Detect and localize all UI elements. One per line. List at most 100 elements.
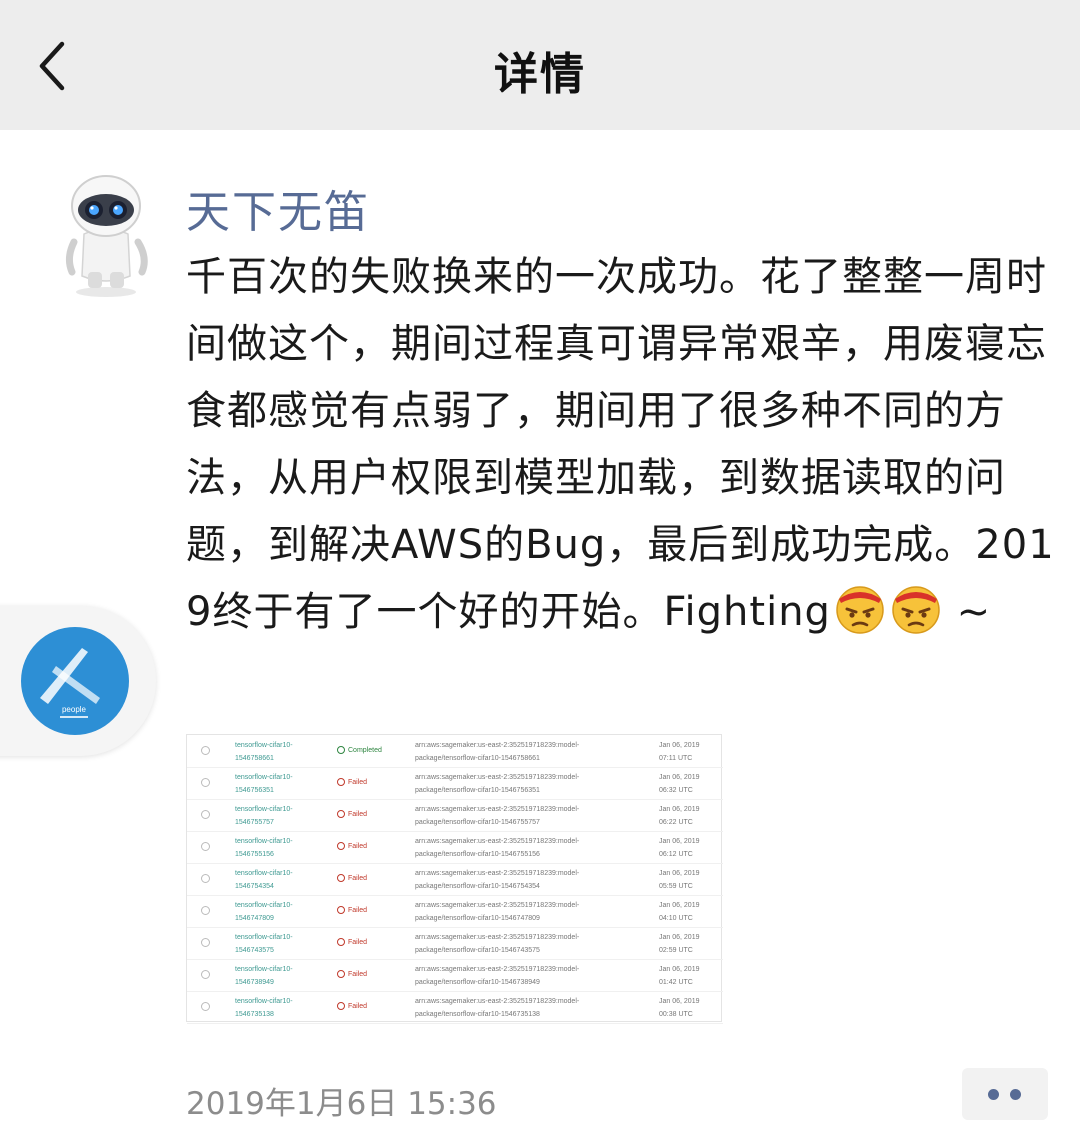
arn-line: arn:aws:sagemaker:us-east-2:352519718239… xyxy=(415,998,580,1005)
job-name-link: tensorflow-cifar10- 1546735138 xyxy=(235,995,293,1021)
arn-line: arn:aws:sagemaker:us-east-2:352519718239… xyxy=(415,934,580,941)
arn-line: package/tensorflow-cifar10-1546754354 xyxy=(415,883,540,890)
row-radio xyxy=(201,970,210,979)
created-date: Jan 06, 2019 06:12 UTC xyxy=(659,835,699,861)
table-row: tensorflow-cifar10- 1546755156 Failed arn:a… xyxy=(187,831,723,864)
post-body-text: 千百次的失败换来的一次成功。花了整整一周时间做这个，期间过程真可谓异常艰辛，用废… xyxy=(186,254,1055,635)
model-arn: arn:aws:sagemaker:us-east-2:352519718239… xyxy=(415,803,579,829)
arn-line: package/tensorflow-cifar10-1546758661 xyxy=(415,755,540,762)
status-badge: Failed xyxy=(337,872,367,885)
arn-line: package/tensorflow-cifar10-1546755156 xyxy=(415,851,540,858)
date-line: Jan 06, 2019 xyxy=(659,966,700,973)
more-dot-icon xyxy=(988,1089,999,1100)
job-name-line: 1546738949 xyxy=(235,979,274,986)
job-name-line: 1546754354 xyxy=(235,883,274,890)
arn-line: arn:aws:sagemaker:us-east-2:352519718239… xyxy=(415,742,580,749)
job-name-link: tensorflow-cifar10- 1546755156 xyxy=(235,835,293,861)
status-badge: Failed xyxy=(337,776,367,789)
status-label: Failed xyxy=(348,939,368,946)
status-badge: Failed xyxy=(337,968,367,981)
post-timestamp: 2019年1月6日 15:36 xyxy=(186,1086,497,1122)
row-radio xyxy=(201,778,210,787)
date-line: 06:22 UTC xyxy=(659,819,693,826)
date-line: 00:38 UTC xyxy=(659,1011,693,1018)
job-name-link: tensorflow-cifar10- 1546758661 xyxy=(235,739,293,765)
arn-line: package/tensorflow-cifar10-1546747809 xyxy=(415,915,540,922)
status-icon xyxy=(337,746,345,754)
job-name-link: tensorflow-cifar10- 1546747809 xyxy=(235,899,293,925)
job-name-line: tensorflow-cifar10- xyxy=(235,806,293,813)
status-icon xyxy=(337,938,345,946)
status-badge: Failed xyxy=(337,840,367,853)
date-line: 04:10 UTC xyxy=(659,915,693,922)
status-icon xyxy=(337,970,345,978)
people-app-label: people xyxy=(62,705,87,714)
status-badge: Failed xyxy=(337,1000,367,1013)
job-name-link: tensorflow-cifar10- 1546754354 xyxy=(235,867,293,893)
status-label: Failed xyxy=(348,875,368,882)
status-label: Completed xyxy=(348,747,382,754)
job-name-link: tensorflow-cifar10- 1546755757 xyxy=(235,803,293,829)
job-name-line: tensorflow-cifar10- xyxy=(235,966,293,973)
created-date: Jan 06, 2019 00:38 UTC xyxy=(659,995,699,1021)
date-line: 02:59 UTC xyxy=(659,947,693,954)
status-icon xyxy=(337,778,345,786)
arn-line: arn:aws:sagemaker:us-east-2:352519718239… xyxy=(415,774,580,781)
model-arn: arn:aws:sagemaker:us-east-2:352519718239… xyxy=(415,739,579,765)
table-row: tensorflow-cifar10- 1546738949 Failed arn:a… xyxy=(187,959,723,992)
post-author-name[interactable]: 天下无笛 xyxy=(186,176,370,240)
table-row: tensorflow-cifar10- 1546754354 Failed arn:a… xyxy=(187,863,723,896)
row-radio xyxy=(201,906,210,915)
arn-line: package/tensorflow-cifar10-1546743575 xyxy=(415,947,540,954)
arn-line: package/tensorflow-cifar10-1546755757 xyxy=(415,819,540,826)
status-badge: Completed xyxy=(337,744,382,757)
robot-avatar-icon xyxy=(65,175,148,297)
row-radio xyxy=(201,1002,210,1011)
top-nav-bar: 详情 xyxy=(0,0,1080,130)
status-icon xyxy=(337,906,345,914)
arn-line: arn:aws:sagemaker:us-east-2:352519718239… xyxy=(415,838,580,845)
created-date: Jan 06, 2019 01:42 UTC xyxy=(659,963,699,989)
table-row: tensorflow-cifar10- 1546758661 Completed ar… xyxy=(187,735,723,768)
attached-image[interactable]: tensorflow-cifar10- 1546758661 Completed ar… xyxy=(186,734,723,1024)
job-name-line: 1546756351 xyxy=(235,787,274,794)
created-date: Jan 06, 2019 05:59 UTC xyxy=(659,867,699,893)
status-badge: Failed xyxy=(337,808,367,821)
date-line: Jan 06, 2019 xyxy=(659,774,700,781)
model-arn: arn:aws:sagemaker:us-east-2:352519718239… xyxy=(415,835,579,861)
floating-app-bubble[interactable]: people xyxy=(0,606,156,756)
date-line: Jan 06, 2019 xyxy=(659,806,700,813)
more-options-button[interactable] xyxy=(962,1068,1048,1120)
date-line: Jan 06, 2019 xyxy=(659,902,700,909)
job-name-line: tensorflow-cifar10- xyxy=(235,774,293,781)
post-body-tail: ~ xyxy=(942,589,992,635)
row-radio xyxy=(201,746,210,755)
arn-line: arn:aws:sagemaker:us-east-2:352519718239… xyxy=(415,870,580,877)
status-label: Failed xyxy=(348,811,368,818)
model-arn: arn:aws:sagemaker:us-east-2:352519718239… xyxy=(415,899,579,925)
created-date: Jan 06, 2019 06:32 UTC xyxy=(659,771,699,797)
status-label: Failed xyxy=(348,843,368,850)
row-radio xyxy=(201,938,210,947)
date-line: 01:42 UTC xyxy=(659,979,693,986)
created-date: Jan 06, 2019 06:22 UTC xyxy=(659,803,699,829)
job-name-line: tensorflow-cifar10- xyxy=(235,742,293,749)
created-date: Jan 06, 2019 04:10 UTC xyxy=(659,899,699,925)
avatar[interactable] xyxy=(58,172,154,300)
date-line: 06:12 UTC xyxy=(659,851,693,858)
people-app-icon: people xyxy=(21,627,129,735)
table-row: tensorflow-cifar10- 1546756351 Failed arn:a… xyxy=(187,767,723,800)
status-icon xyxy=(337,810,345,818)
job-name-line: 1546747809 xyxy=(235,915,274,922)
job-name-line: 1546758661 xyxy=(235,755,274,762)
job-name-link: tensorflow-cifar10- 1546738949 xyxy=(235,963,293,989)
row-radio xyxy=(201,874,210,883)
job-name-line: tensorflow-cifar10- xyxy=(235,870,293,877)
status-label: Failed xyxy=(348,779,368,786)
page-title: 详情 xyxy=(494,49,586,100)
table-row: tensorflow-cifar10- 1546755757 Failed arn:a… xyxy=(187,799,723,832)
post-body: 千百次的失败换来的一次成功。花了整整一周时间做这个，期间过程真可谓异常艰辛，用废… xyxy=(186,244,1056,646)
row-radio xyxy=(201,810,210,819)
arn-line: package/tensorflow-cifar10-1546756351 xyxy=(415,787,540,794)
job-name-line: tensorflow-cifar10- xyxy=(235,838,293,845)
